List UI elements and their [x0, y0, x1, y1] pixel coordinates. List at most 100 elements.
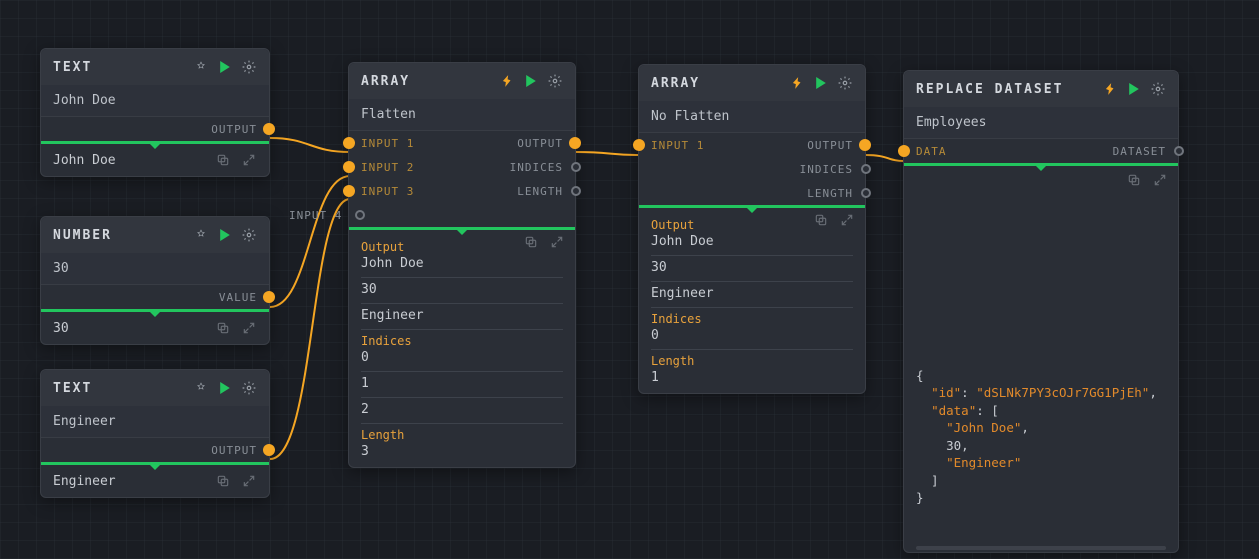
port-dot[interactable]: [861, 164, 871, 174]
port-dot[interactable]: [859, 139, 871, 151]
pin-icon[interactable]: [499, 73, 515, 89]
port-dot[interactable]: [355, 210, 365, 220]
pin-icon[interactable]: [193, 227, 209, 243]
subtitle-field[interactable]: Employees: [904, 107, 1178, 139]
port-dot[interactable]: [263, 291, 275, 303]
port-dot[interactable]: [343, 161, 355, 173]
result-value: John Doe: [53, 153, 116, 168]
copy-icon[interactable]: [813, 212, 829, 228]
gear-icon[interactable]: [241, 227, 257, 243]
result-value: 30: [53, 321, 69, 336]
port-dot[interactable]: [571, 162, 581, 172]
node-array-flatten[interactable]: ARRAY Flatten INPUT 1 OUTPUT INPUT 2 IND…: [348, 62, 576, 468]
indices-port[interactable]: INDICES: [639, 157, 865, 181]
node-title: ARRAY: [361, 74, 410, 89]
output-port[interactable]: OUTPUT: [41, 438, 269, 462]
node-number[interactable]: NUMBER 30 VALUE 30: [40, 216, 270, 345]
length-label: Length: [651, 354, 853, 368]
length-label: Length: [361, 428, 563, 442]
pin-icon[interactable]: [1102, 81, 1118, 97]
gear-icon[interactable]: [547, 73, 563, 89]
input-port-3[interactable]: INPUT 3 LENGTH: [349, 179, 575, 203]
gear-icon[interactable]: [837, 75, 853, 91]
port-dot[interactable]: [861, 188, 871, 198]
play-icon[interactable]: [217, 227, 233, 243]
play-icon[interactable]: [1126, 81, 1142, 97]
port-dot[interactable]: [569, 137, 581, 149]
indices-value: 0: [651, 326, 853, 350]
pin-icon[interactable]: [193, 59, 209, 75]
output-value: 30: [651, 258, 853, 282]
expand-icon[interactable]: [839, 212, 855, 228]
node-text-2[interactable]: TEXT Engineer OUTPUT Engineer: [40, 369, 270, 498]
output-value: John Doe: [361, 254, 563, 278]
port-dot[interactable]: [571, 186, 581, 196]
text-input-field[interactable]: Engineer: [41, 406, 269, 438]
gear-icon[interactable]: [241, 380, 257, 396]
port-dot[interactable]: [343, 137, 355, 149]
scrollbar[interactable]: [916, 546, 1166, 550]
expand-icon[interactable]: [241, 320, 257, 336]
node-header[interactable]: ARRAY: [639, 65, 865, 101]
play-icon[interactable]: [217, 380, 233, 396]
node-header[interactable]: ARRAY: [349, 63, 575, 99]
indices-label: Indices: [361, 334, 563, 348]
play-icon[interactable]: [523, 73, 539, 89]
length-port[interactable]: LENGTH: [639, 181, 865, 205]
play-icon[interactable]: [217, 59, 233, 75]
node-text-1[interactable]: TEXT John Doe OUTPUT John Doe: [40, 48, 270, 177]
node-header[interactable]: REPLACE DATASET: [904, 71, 1178, 107]
expand-icon[interactable]: [1152, 172, 1168, 188]
pin-icon[interactable]: [789, 75, 805, 91]
input-port-2[interactable]: INPUT 2 INDICES: [349, 155, 575, 179]
copy-icon[interactable]: [1126, 172, 1142, 188]
play-icon[interactable]: [813, 75, 829, 91]
copy-icon[interactable]: [215, 152, 231, 168]
length-value: 1: [651, 368, 853, 391]
node-title: REPLACE DATASET: [916, 82, 1063, 97]
copy-icon[interactable]: [215, 320, 231, 336]
input-port-1[interactable]: INPUT 1 OUTPUT: [349, 131, 575, 155]
length-value: 3: [361, 442, 563, 465]
data-port[interactable]: DATA DATASET: [904, 139, 1178, 163]
number-input-field[interactable]: 30: [41, 253, 269, 285]
node-replace-dataset[interactable]: REPLACE DATASET Employees DATA DATASET {…: [903, 70, 1179, 553]
indices-label: Indices: [651, 312, 853, 326]
indices-value: 1: [361, 374, 563, 398]
text-input-field[interactable]: John Doe: [41, 85, 269, 117]
mode-field[interactable]: Flatten: [349, 99, 575, 131]
value-port[interactable]: VALUE: [41, 285, 269, 309]
output-block: Output John Doe 30 Engineer Indices 0 Le…: [639, 208, 865, 391]
mode-field[interactable]: No Flatten: [639, 101, 865, 133]
port-dot[interactable]: [898, 145, 910, 157]
output-port[interactable]: OUTPUT: [41, 117, 269, 141]
output-value: John Doe: [651, 232, 853, 256]
output-value: Engineer: [651, 284, 853, 308]
port-dot[interactable]: [263, 123, 275, 135]
input-port-4[interactable]: INPUT 4: [289, 203, 359, 227]
node-title: ARRAY: [651, 76, 700, 91]
port-dot[interactable]: [343, 185, 355, 197]
node-header[interactable]: TEXT: [41, 370, 269, 406]
gear-icon[interactable]: [241, 59, 257, 75]
expand-icon[interactable]: [241, 473, 257, 489]
node-header[interactable]: NUMBER: [41, 217, 269, 253]
copy-icon[interactable]: [215, 473, 231, 489]
node-header[interactable]: TEXT: [41, 49, 269, 85]
node-title: TEXT: [53, 60, 92, 75]
expand-icon[interactable]: [549, 234, 565, 250]
port-dot[interactable]: [1174, 146, 1184, 156]
gear-icon[interactable]: [1150, 81, 1166, 97]
node-array-noflatten[interactable]: ARRAY No Flatten INPUT 1 OUTPUT INDICES …: [638, 64, 866, 394]
expand-icon[interactable]: [241, 152, 257, 168]
port-dot[interactable]: [633, 139, 645, 151]
output-value: 30: [361, 280, 563, 304]
input-port-1[interactable]: INPUT 1 OUTPUT: [639, 133, 865, 157]
result-value: Engineer: [53, 474, 116, 489]
node-title: NUMBER: [53, 228, 112, 243]
pin-icon[interactable]: [193, 380, 209, 396]
copy-icon[interactable]: [523, 234, 539, 250]
node-title: TEXT: [53, 381, 92, 396]
output-value: Engineer: [361, 306, 563, 330]
port-dot[interactable]: [263, 444, 275, 456]
